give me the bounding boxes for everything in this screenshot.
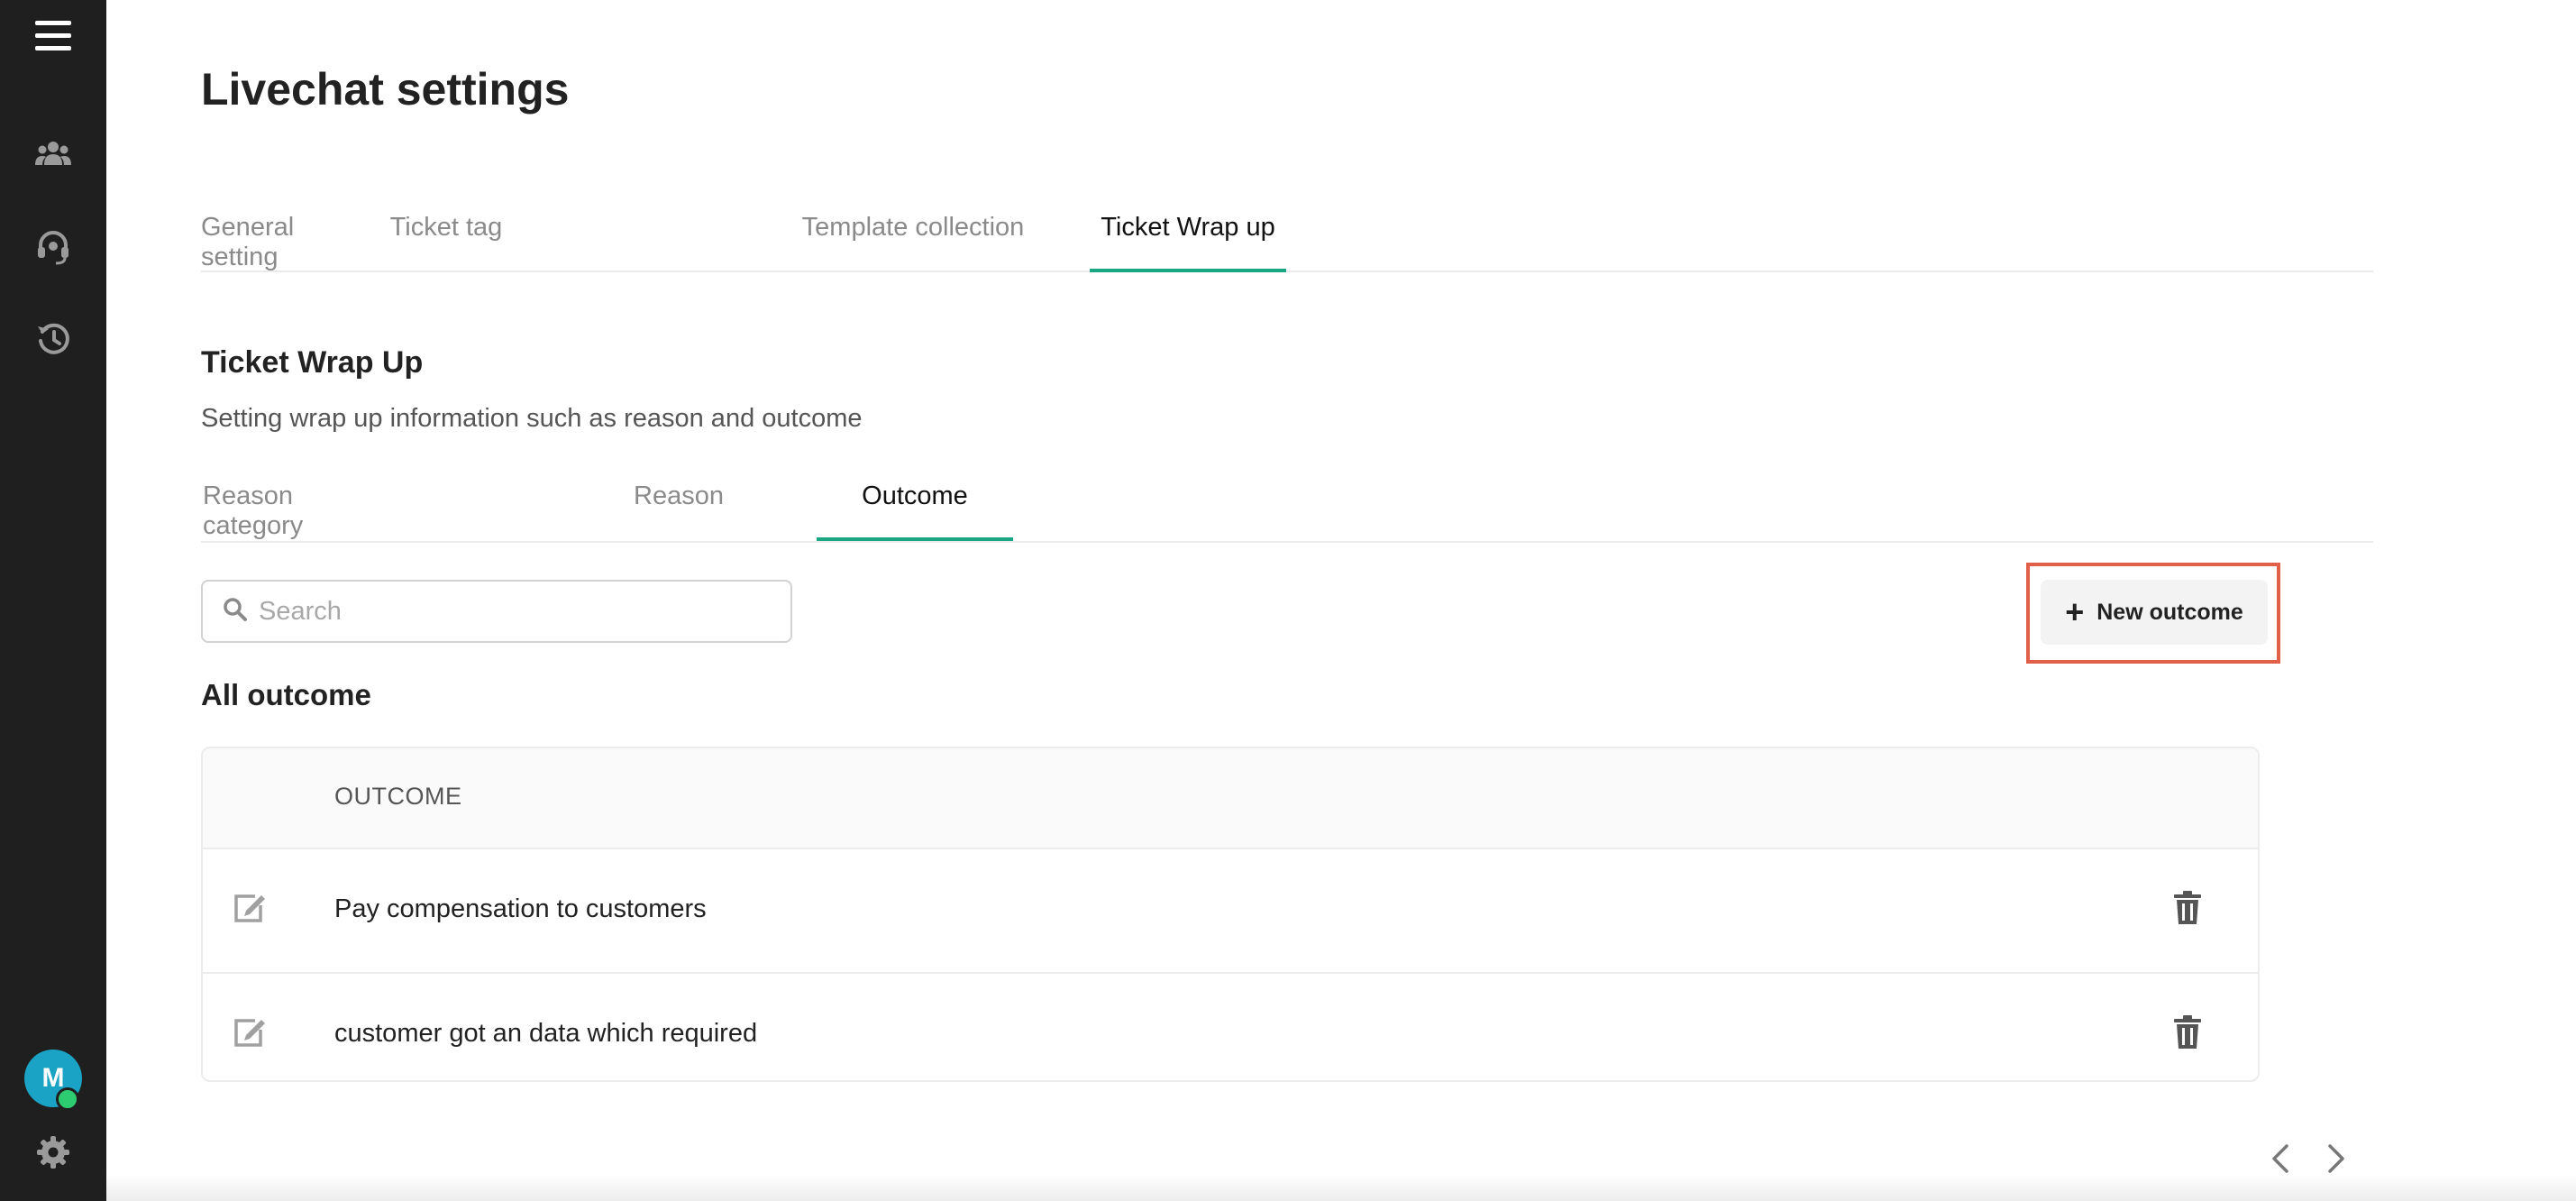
- subtab-label: Reason category: [203, 481, 304, 540]
- new-outcome-button[interactable]: + New outcome: [2041, 580, 2268, 645]
- gear-icon[interactable]: [0, 1134, 106, 1170]
- subtab-outcome[interactable]: Outcome: [817, 472, 1013, 541]
- table-row: customer got an data which required: [203, 974, 2258, 1080]
- headset-icon[interactable]: [0, 228, 106, 268]
- new-outcome-label: New outcome: [2096, 599, 2243, 625]
- menu-icon[interactable]: [0, 16, 106, 56]
- sidebar: M: [0, 0, 106, 1201]
- table-header: OUTCOME: [203, 748, 2258, 849]
- online-status-dot: [56, 1087, 79, 1111]
- column-header-outcome: OUTCOME: [334, 783, 462, 810]
- team-icon[interactable]: [0, 135, 106, 171]
- edit-icon[interactable]: [232, 891, 268, 928]
- page-title: Livechat settings: [201, 64, 570, 115]
- outcome-table: OUTCOME Pay compensation to customers cu…: [201, 747, 2260, 1082]
- tab-template-collection[interactable]: Template collection: [800, 204, 1026, 269]
- history-icon[interactable]: [0, 319, 106, 359]
- subtab-reason[interactable]: Reason: [611, 472, 746, 537]
- tab-label: General setting: [201, 213, 295, 271]
- outcome-name: customer got an data which required: [334, 1019, 758, 1048]
- trash-icon[interactable]: [2173, 891, 2202, 930]
- search-icon: [223, 597, 248, 627]
- wrap-up-subtabs: Reason category Reason Outcome: [201, 472, 2373, 543]
- tab-label: Template collection: [801, 213, 1025, 242]
- tab-ticket-tag[interactable]: Ticket tag: [329, 204, 563, 269]
- bottom-shadow: [106, 1174, 2576, 1201]
- tab-label: Ticket tag: [389, 213, 503, 242]
- section-description: Setting wrap up information such as reas…: [201, 404, 863, 433]
- subtab-label: Reason: [634, 481, 724, 510]
- settings-tabs: General setting Ticket tag Template coll…: [201, 204, 2373, 272]
- tab-label: Ticket Wrap up: [1101, 213, 1275, 242]
- search-input[interactable]: [257, 595, 765, 628]
- subtab-reason-category[interactable]: Reason category: [203, 472, 397, 540]
- tab-general-setting[interactable]: General setting: [201, 204, 336, 271]
- edit-icon[interactable]: [232, 1015, 268, 1052]
- trash-icon[interactable]: [2173, 1015, 2202, 1054]
- table-row: Pay compensation to customers: [203, 849, 2258, 974]
- list-title: All outcome: [201, 678, 371, 711]
- subtab-label: Outcome: [862, 481, 968, 510]
- avatar[interactable]: M: [0, 1050, 106, 1111]
- tab-ticket-wrap-up[interactable]: Ticket Wrap up: [1090, 204, 1286, 272]
- section-title: Ticket Wrap Up: [201, 345, 424, 380]
- outcome-name: Pay compensation to customers: [334, 894, 707, 923]
- plus-icon: +: [2065, 593, 2085, 630]
- search-box[interactable]: [201, 580, 792, 643]
